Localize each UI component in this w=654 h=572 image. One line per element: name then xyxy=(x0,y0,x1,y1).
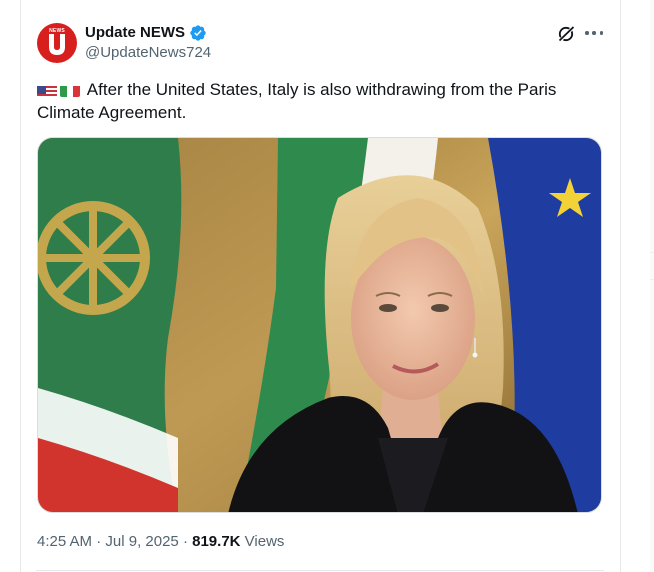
adjacent-panel-edge xyxy=(650,0,654,572)
author-handle[interactable]: @UpdateNews724 xyxy=(85,44,211,61)
post-photo[interactable] xyxy=(37,137,602,513)
author-name[interactable]: Update NEWS xyxy=(85,24,185,41)
grok-icon[interactable] xyxy=(556,24,576,44)
timeline-border-left xyxy=(20,0,21,572)
post-time[interactable]: 4:25 AM xyxy=(37,533,92,550)
italy-flag-icon xyxy=(60,83,80,97)
post-text: After the United States, Italy is also w… xyxy=(37,78,597,124)
avatar-label: NEWS xyxy=(49,28,65,34)
post-divider xyxy=(36,570,604,571)
us-flag-icon xyxy=(37,83,57,97)
post-date[interactable]: Jul 9, 2025 xyxy=(105,533,178,550)
more-options-icon[interactable] xyxy=(585,30,603,36)
timeline-border-right xyxy=(620,0,621,572)
views-count: 819.7K xyxy=(192,533,241,550)
post-text-body: After the United States, Italy is also w… xyxy=(37,80,557,122)
meta-separator: · xyxy=(182,533,188,550)
post-meta: 4:25 AM · Jul 9, 2025 · 819.7K Views xyxy=(37,533,284,550)
meta-separator: · xyxy=(96,533,102,550)
verified-badge-icon xyxy=(190,25,206,41)
views-label: Views xyxy=(244,533,285,550)
author-avatar[interactable]: NEWS xyxy=(37,23,77,63)
